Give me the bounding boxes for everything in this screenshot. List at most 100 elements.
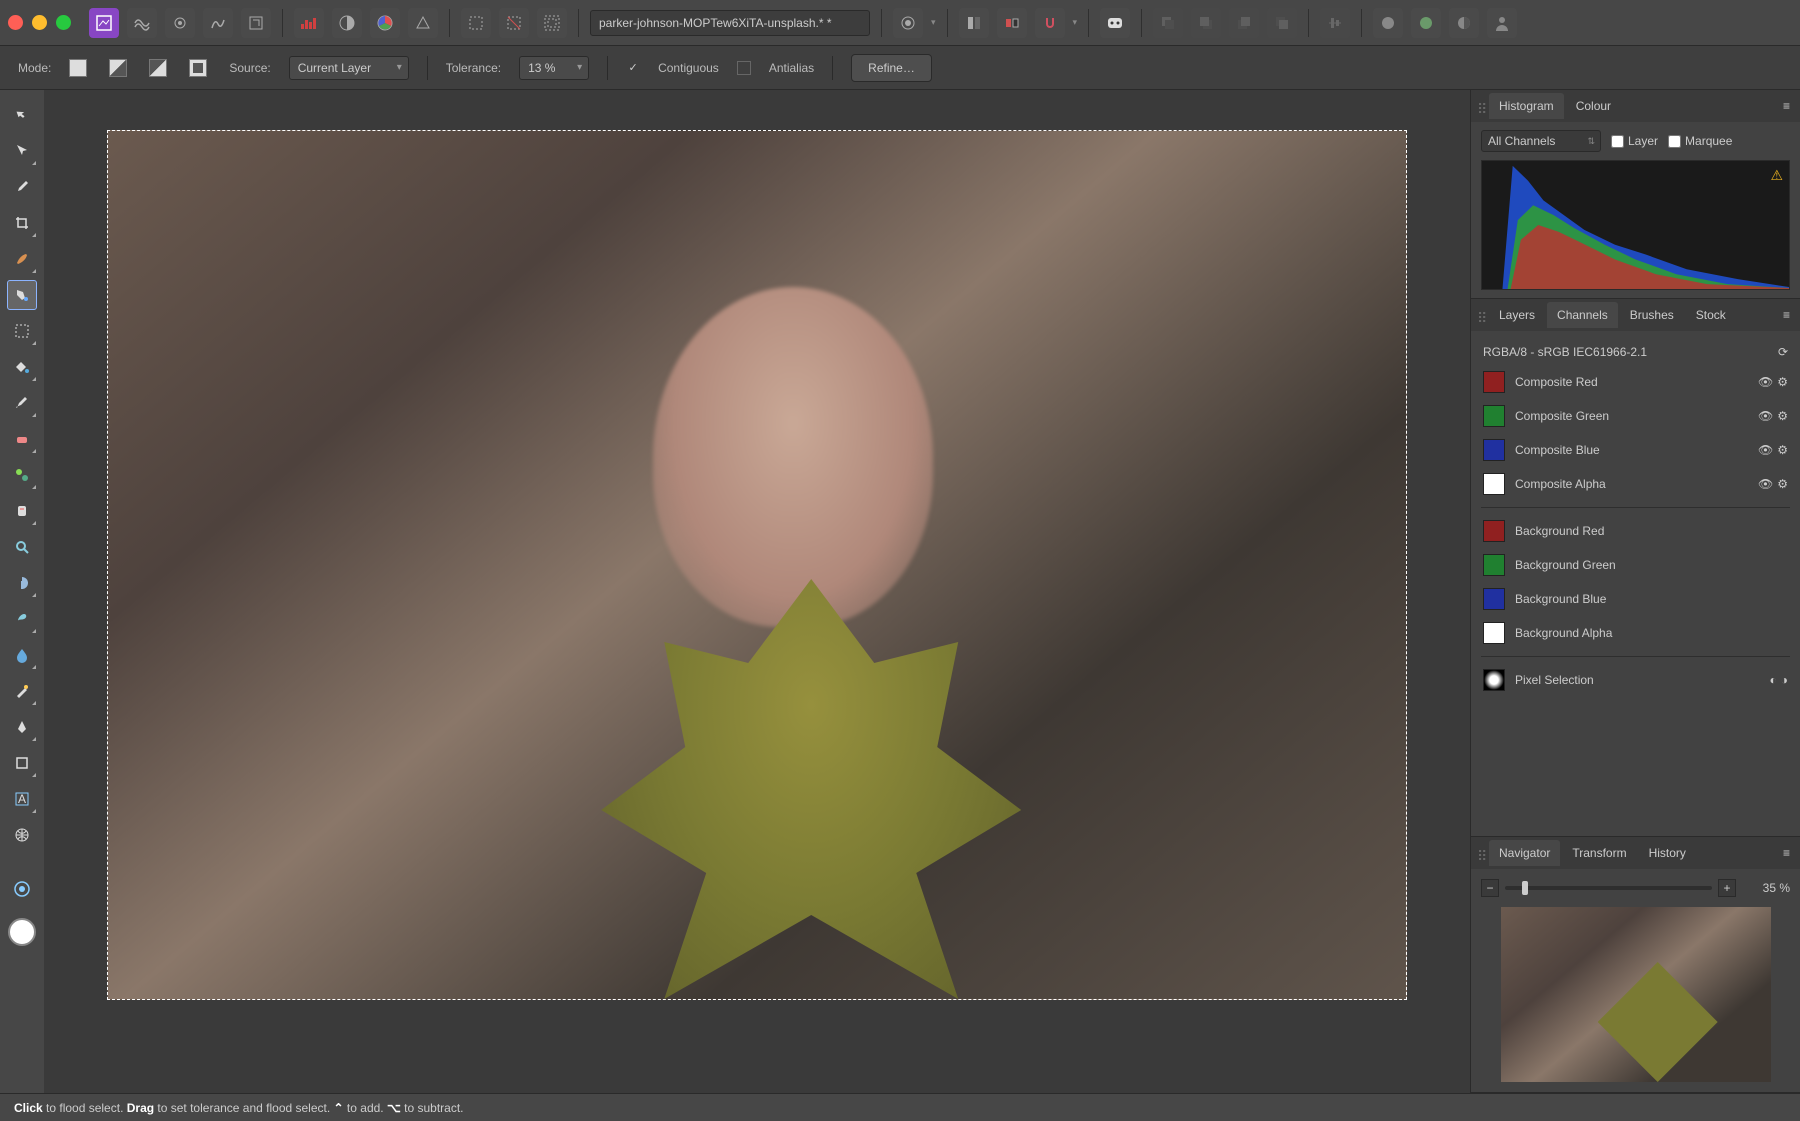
antialias-checkbox[interactable]	[737, 61, 751, 75]
tab-navigator[interactable]: Navigator	[1489, 840, 1560, 866]
settings-icon[interactable]: ⚙	[1777, 443, 1788, 457]
settings-icon[interactable]: ⚙	[1777, 375, 1788, 389]
marquee-checkbox[interactable]: Marquee	[1668, 134, 1732, 148]
colour-swatch[interactable]	[8, 918, 36, 946]
mesh-warp-tool[interactable]	[7, 820, 37, 850]
foreground-colour[interactable]	[7, 874, 37, 904]
tab-histogram[interactable]: Histogram	[1489, 93, 1564, 119]
panel-menu-icon[interactable]: ≡	[1779, 304, 1794, 326]
select-all-button[interactable]	[461, 8, 491, 38]
close-window-icon[interactable]	[8, 15, 23, 30]
text-tool[interactable]: A	[7, 784, 37, 814]
canvas-viewport[interactable]	[44, 90, 1470, 1093]
tone-map-persona-button[interactable]	[203, 8, 233, 38]
erase-tool[interactable]	[7, 424, 37, 454]
flood-fill-tool[interactable]	[7, 352, 37, 382]
auto-colours-button[interactable]	[370, 8, 400, 38]
rectangle-tool[interactable]	[7, 748, 37, 778]
minimize-window-icon[interactable]	[32, 15, 47, 30]
zoom-in-button[interactable]: +	[1718, 879, 1736, 897]
retouch-tool[interactable]	[7, 676, 37, 706]
dodge-tool[interactable]	[7, 568, 37, 598]
invert-selection-button[interactable]	[537, 8, 567, 38]
auto-white-balance-button[interactable]	[408, 8, 438, 38]
crop-tool[interactable]	[7, 208, 37, 238]
load-icon[interactable]: ◑	[1781, 673, 1788, 687]
navigator-preview[interactable]	[1501, 907, 1771, 1082]
add-adjustment-button[interactable]	[1449, 8, 1479, 38]
tab-transform[interactable]: Transform	[1562, 840, 1636, 866]
document-title[interactable]: parker-johnson-MOPTew6XiTA-unsplash.* *	[590, 10, 870, 36]
channel-row[interactable]: Composite Red 👁⚙	[1481, 365, 1790, 399]
blur-tool[interactable]	[7, 640, 37, 670]
mode-add-button[interactable]	[109, 59, 127, 77]
dropdown-chevron-icon[interactable]: ▾	[931, 17, 936, 28]
reset-icon[interactable]: ⟳	[1778, 345, 1788, 359]
channel-row[interactable]: Background Green	[1481, 548, 1790, 582]
account-button[interactable]	[1487, 8, 1517, 38]
panel-drag-icon[interactable]: ⠿	[1477, 101, 1487, 111]
tab-stock[interactable]: Stock	[1686, 302, 1736, 328]
tab-channels[interactable]: Channels	[1547, 302, 1618, 328]
assistant-button[interactable]	[1100, 8, 1130, 38]
layer-checkbox[interactable]: Layer	[1611, 134, 1658, 148]
zoom-tool[interactable]	[7, 532, 37, 562]
visibility-icon[interactable]: 👁	[1758, 443, 1773, 457]
zoom-window-icon[interactable]	[56, 15, 71, 30]
inpainting-tool[interactable]	[7, 496, 37, 526]
source-select[interactable]: Current Layer	[289, 56, 409, 80]
channel-row[interactable]: Composite Alpha 👁⚙	[1481, 467, 1790, 501]
liquify-persona-button[interactable]	[127, 8, 157, 38]
export-persona-button[interactable]	[241, 8, 271, 38]
arrange-move-back-button[interactable]	[1153, 8, 1183, 38]
tab-brushes[interactable]: Brushes	[1620, 302, 1684, 328]
auto-contrast-button[interactable]	[332, 8, 362, 38]
arrange-move-front-button[interactable]	[1267, 8, 1297, 38]
add-mask-button[interactable]	[1411, 8, 1441, 38]
mode-intersect-button[interactable]	[189, 59, 207, 77]
add-layer-button[interactable]	[1373, 8, 1403, 38]
tolerance-input[interactable]: 13 %	[519, 56, 589, 80]
colour-picker-tool[interactable]	[7, 172, 37, 202]
auto-levels-button[interactable]	[294, 8, 324, 38]
panel-menu-icon[interactable]: ≡	[1779, 842, 1794, 864]
align-button[interactable]	[1320, 8, 1350, 38]
dropdown-chevron-icon[interactable]: ▾	[1073, 17, 1078, 28]
deselect-button[interactable]	[499, 8, 529, 38]
photo-persona-button[interactable]	[89, 8, 119, 38]
panel-menu-icon[interactable]: ≡	[1779, 95, 1794, 117]
clone-tool[interactable]	[7, 460, 37, 490]
arrange-back-one-button[interactable]	[1191, 8, 1221, 38]
channel-row[interactable]: Background Red	[1481, 514, 1790, 548]
paint-brush-tool[interactable]	[7, 388, 37, 418]
refine-button[interactable]: Refine…	[851, 54, 932, 82]
histogram-channel-select[interactable]: All Channels	[1481, 130, 1601, 152]
channel-row[interactable]: Background Blue	[1481, 582, 1790, 616]
visibility-icon[interactable]: 👁	[1758, 409, 1773, 423]
panel-drag-icon[interactable]: ⠿	[1477, 848, 1487, 858]
tab-layers[interactable]: Layers	[1489, 302, 1545, 328]
visibility-icon[interactable]: 👁	[1758, 375, 1773, 389]
mode-subtract-button[interactable]	[149, 59, 167, 77]
snapping-button[interactable]	[1035, 8, 1065, 38]
zoom-slider[interactable]	[1505, 886, 1712, 890]
pen-tool[interactable]	[7, 712, 37, 742]
move-tool[interactable]	[7, 136, 37, 166]
tab-history[interactable]: History	[1639, 840, 1696, 866]
develop-persona-button[interactable]	[165, 8, 195, 38]
channel-row[interactable]: Composite Green 👁⚙	[1481, 399, 1790, 433]
channel-row[interactable]: Composite Blue 👁⚙	[1481, 433, 1790, 467]
visibility-icon[interactable]: 👁	[1758, 477, 1773, 491]
quick-mask-button[interactable]	[893, 8, 923, 38]
channel-pixel-selection[interactable]: Pixel Selection ◐◑	[1481, 663, 1790, 697]
flood-select-tool[interactable]	[7, 280, 37, 310]
tab-colour[interactable]: Colour	[1566, 93, 1621, 119]
channel-row[interactable]: Background Alpha	[1481, 616, 1790, 650]
toggle-mirror-view-button[interactable]	[997, 8, 1027, 38]
marquee-tool[interactable]	[7, 316, 37, 346]
panel-drag-icon[interactable]: ⠿	[1477, 310, 1487, 320]
arrange-forward-one-button[interactable]	[1229, 8, 1259, 38]
selection-brush-tool[interactable]	[7, 244, 37, 274]
settings-icon[interactable]: ⚙	[1777, 409, 1788, 423]
mode-new-button[interactable]	[69, 59, 87, 77]
